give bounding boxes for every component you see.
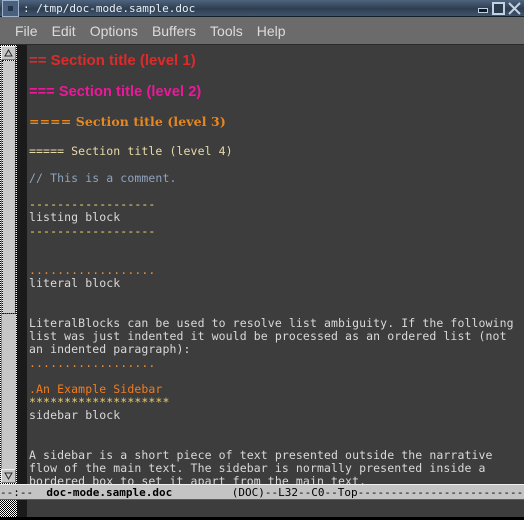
modeline-status: --:-- bbox=[0, 485, 47, 499]
minibuffer[interactable] bbox=[0, 500, 524, 517]
buffer-line: bordered box to set it apart from the ma… bbox=[29, 474, 367, 484]
buffer-line: == Section title (level 1) bbox=[29, 52, 196, 69]
buffer-line: an indented paragraph): bbox=[29, 342, 191, 357]
buffer-line: sidebar block bbox=[29, 408, 121, 423]
scroll-up-arrow-icon bbox=[4, 49, 13, 57]
buffer-line-blank bbox=[29, 304, 524, 317]
square-app-icon[interactable] bbox=[2, 0, 19, 17]
menu-item-buffers[interactable]: Buffers bbox=[145, 21, 203, 41]
buffer-line-blank bbox=[29, 159, 524, 172]
modeline-buffer-name: doc-mode.sample.doc bbox=[46, 485, 173, 499]
text-area[interactable]: == Section title (level 1) === Section t… bbox=[27, 45, 524, 484]
buffer-line-blank bbox=[29, 436, 524, 449]
buffer-line: // This is a comment. bbox=[29, 170, 177, 185]
buffer-line-blank bbox=[29, 370, 524, 383]
maximize-button[interactable] bbox=[491, 1, 506, 15]
menu-item-edit[interactable]: Edit bbox=[45, 21, 83, 41]
resize-grip[interactable] bbox=[0, 500, 17, 517]
scroll-up-arrow[interactable] bbox=[1, 46, 16, 60]
close-button[interactable] bbox=[507, 1, 522, 15]
menu-bar: File Edit Options Buffers Tools Help bbox=[0, 17, 524, 45]
buffer-line-blank bbox=[29, 423, 524, 436]
left-fringe bbox=[17, 45, 27, 484]
menu-item-file[interactable]: File bbox=[8, 21, 45, 41]
buffer-line: ===== Section title (level 4) bbox=[29, 143, 233, 158]
buffer-line: ------------------ bbox=[29, 223, 156, 238]
modeline-filler: ----------------------------------------… bbox=[357, 485, 524, 499]
modeline-position: (DOC)--L32--C0--Top bbox=[172, 485, 358, 499]
buffer-line-blank bbox=[29, 238, 524, 251]
window-title: : /tmp/doc-mode.sample.doc bbox=[23, 1, 196, 15]
minibuffer-fringe bbox=[17, 500, 27, 517]
buffer-line: .................. bbox=[29, 355, 156, 370]
buffer-line-blank bbox=[29, 70, 524, 83]
menu-item-options[interactable]: Options bbox=[83, 21, 145, 41]
vertical-scrollbar[interactable] bbox=[0, 45, 17, 484]
buffer-line-blank bbox=[29, 101, 524, 114]
scrollbar-thumb[interactable] bbox=[2, 60, 16, 314]
mode-line[interactable]: --:-- doc-mode.sample.doc (DOC)--L32--C0… bbox=[0, 484, 524, 500]
window-controls bbox=[475, 1, 523, 15]
minimize-button[interactable] bbox=[475, 1, 490, 15]
buffer-line: literal block bbox=[29, 276, 121, 291]
buffer-area: == Section title (level 1) === Section t… bbox=[0, 45, 524, 484]
menu-item-help[interactable]: Help bbox=[250, 21, 293, 41]
buffer-line: === Section title (level 2) bbox=[29, 84, 202, 101]
buffer-line: listing block bbox=[29, 210, 121, 225]
close-icon bbox=[508, 1, 521, 15]
scroll-down-arrow-icon bbox=[4, 472, 13, 480]
buffer-line-blank bbox=[29, 291, 524, 304]
scrollbar-track[interactable] bbox=[1, 60, 16, 469]
minibuffer-input[interactable] bbox=[27, 500, 524, 517]
scroll-down-arrow[interactable] bbox=[1, 469, 16, 483]
menu-item-tools[interactable]: Tools bbox=[203, 21, 250, 41]
title-bar: : /tmp/doc-mode.sample.doc bbox=[0, 0, 524, 17]
emacs-window: : /tmp/doc-mode.sample.doc File Edit Opt… bbox=[0, 0, 524, 520]
buffer-line-blank bbox=[29, 130, 524, 143]
buffer-line: ==== Section title (level 3) bbox=[29, 114, 226, 130]
